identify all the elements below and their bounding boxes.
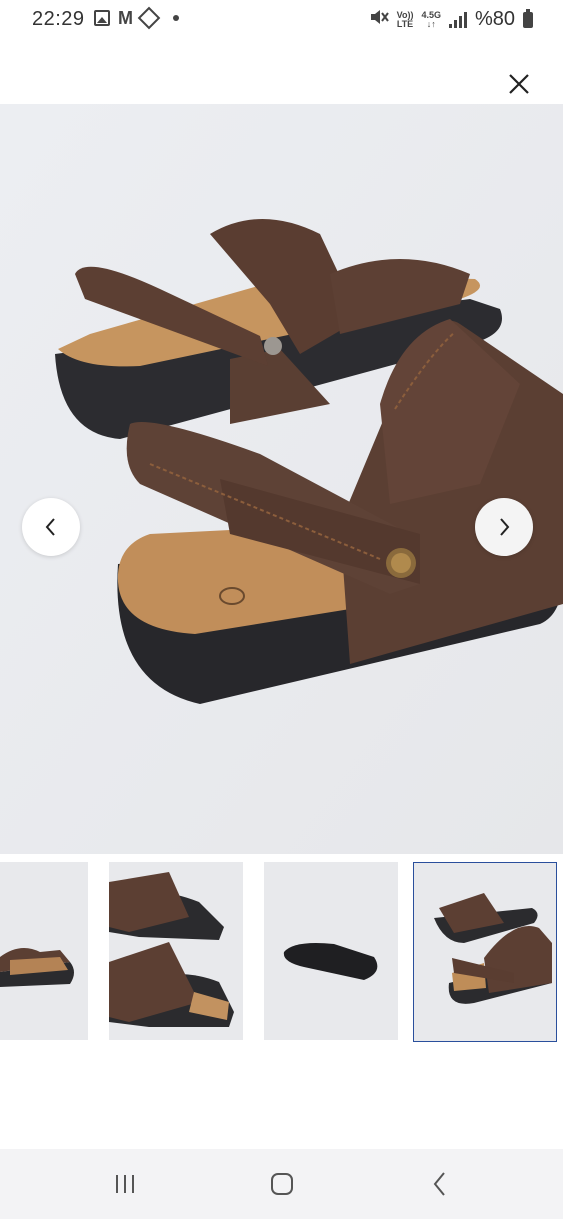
thumbnail-3[interactable] [264, 862, 398, 1040]
thumbnail-4-selected[interactable] [413, 862, 557, 1042]
home-icon [271, 1173, 293, 1195]
status-bar: 22:29 M Vo)) LTE 4.5G ↓↑ %80 [0, 0, 563, 42]
product-image[interactable] [0, 104, 563, 854]
network-type-indicator: 4.5G ↓↑ [421, 9, 441, 29]
gmail-notification-icon: M [118, 8, 133, 28]
system-navigation-bar [0, 1149, 563, 1219]
system-status-icons: Vo)) LTE 4.5G ↓↑ %80 [369, 8, 533, 31]
sandal-photo [0, 104, 563, 854]
thumbnail-1[interactable] [0, 862, 88, 1040]
back-icon [433, 1172, 445, 1196]
close-icon [509, 74, 529, 94]
gallery-notification-icon [94, 10, 110, 26]
battery-percent: %80 [474, 8, 515, 30]
recent-apps-button[interactable] [110, 1169, 140, 1199]
close-button[interactable] [505, 70, 533, 98]
battery-icon [523, 8, 533, 28]
back-button[interactable] [425, 1169, 455, 1199]
thumbnail-sandal-back-image [414, 863, 556, 1041]
chevron-left-icon [45, 518, 55, 536]
signal-icon [448, 11, 467, 28]
thumbnail-sandal-top-image [109, 862, 243, 1040]
volte-indicator: Vo)) LTE [396, 9, 414, 29]
app-notification-icon [137, 6, 161, 30]
notification-icons: M [94, 6, 179, 30]
home-button[interactable] [267, 1169, 297, 1199]
thumbnail-sandal-sole-image [264, 862, 398, 1040]
thumbnail-sandal-side-image [0, 862, 88, 1040]
previous-image-button[interactable] [22, 498, 80, 556]
mute-icon [369, 8, 389, 31]
thumbnail-strip [0, 862, 563, 1042]
thumbnail-2[interactable] [109, 862, 243, 1040]
status-time: 22:29 [32, 8, 85, 30]
next-image-button[interactable] [475, 498, 533, 556]
chevron-right-icon [500, 518, 510, 536]
more-notifications-icon [173, 15, 179, 21]
recent-apps-icon [116, 1175, 134, 1193]
